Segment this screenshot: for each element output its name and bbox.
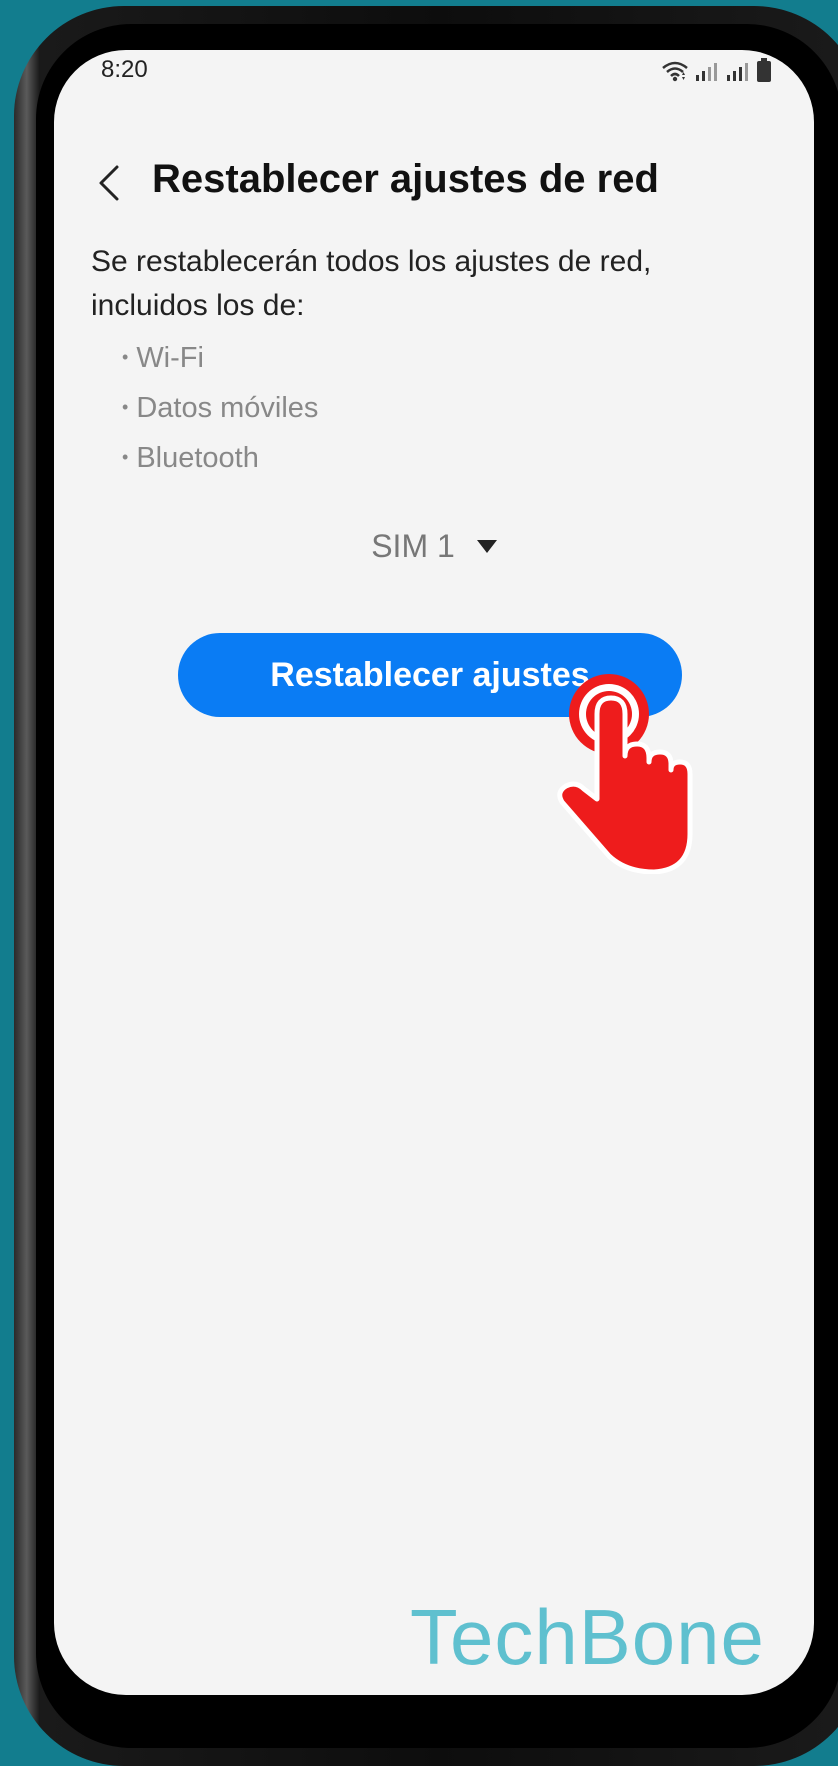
- description-text: Se restablecerán todos los ajustes de re…: [91, 245, 652, 322]
- wifi-icon: [662, 61, 688, 82]
- sim-selector-label: SIM 1: [371, 528, 455, 564]
- list-item-bluetooth: Bluetooth: [122, 435, 318, 485]
- techbone-watermark: TechBone: [410, 1593, 765, 1681]
- tap-hand-icon: [557, 674, 693, 874]
- status-time: 8:20: [101, 56, 148, 83]
- phone-screen: 8:20 Restablecer ajustes de red Se resta…: [54, 50, 814, 1695]
- sim-selector[interactable]: SIM 1: [54, 528, 814, 565]
- back-arrow-icon: [99, 165, 119, 201]
- list-item-mobile-data: Datos móviles: [122, 385, 318, 435]
- battery-icon: [757, 58, 771, 82]
- status-icons: [661, 58, 772, 82]
- back-button[interactable]: [84, 153, 134, 213]
- header: Restablecer ajustes de red: [54, 145, 814, 225]
- status-bar: 8:20: [54, 50, 814, 90]
- dropdown-arrow-icon: [476, 540, 497, 553]
- signal-icon: [696, 63, 717, 81]
- network-settings-list: Wi-Fi Datos móviles Bluetooth: [122, 335, 318, 485]
- page-title: Restablecer ajustes de red: [152, 157, 659, 201]
- signal-icon: [727, 63, 748, 81]
- list-item-wifi: Wi-Fi: [122, 335, 318, 385]
